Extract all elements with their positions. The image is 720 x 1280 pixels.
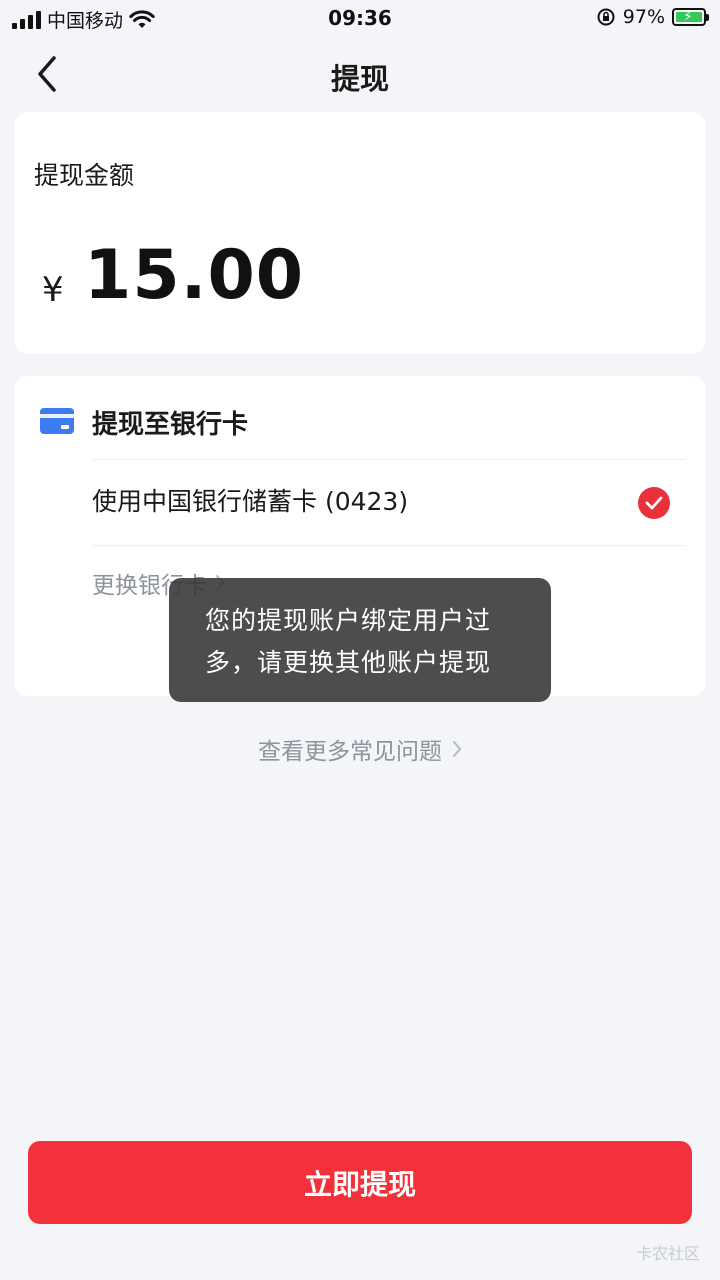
error-toast: 您的提现账户绑定用户过多，请更换其他账户提现 [169, 578, 551, 702]
battery-percent: 97% [622, 6, 665, 28]
status-bar: 中国移动 09:36 97% ⚡ [0, 0, 720, 38]
bank-section-title: 提现至银行卡 [92, 410, 249, 440]
withdraw-now-button[interactable]: 立即提现 [28, 1141, 692, 1224]
faq-link[interactable]: 查看更多常见问题 [0, 732, 720, 766]
withdraw-amount: 15.00 [84, 236, 305, 315]
selected-bank-card[interactable]: 使用中国银行储蓄卡 (0423) [92, 482, 408, 518]
withdraw-page: 中国移动 09:36 97% ⚡ 提现 提现金额 ¥ 15.00 提现至银行卡 … [0, 0, 720, 1280]
chevron-right-icon [453, 741, 461, 757]
divider [92, 459, 686, 460]
watermark: 卡农社区 [635, 1244, 700, 1263]
nav-bar: 提现 [0, 40, 720, 110]
currency-symbol: ¥ [42, 270, 64, 310]
divider [92, 545, 686, 546]
rotation-lock-icon [597, 8, 615, 26]
amount-card: 提现金额 ¥ 15.00 [14, 112, 706, 354]
page-title: 提现 [330, 62, 389, 96]
amount-label: 提现金额 [34, 161, 135, 190]
check-icon [638, 487, 670, 519]
faq-label: 查看更多常见问题 [258, 739, 442, 765]
bank-card-icon [40, 408, 74, 434]
status-right: 97% ⚡ [596, 6, 709, 28]
battery-icon: ⚡ [672, 8, 709, 26]
